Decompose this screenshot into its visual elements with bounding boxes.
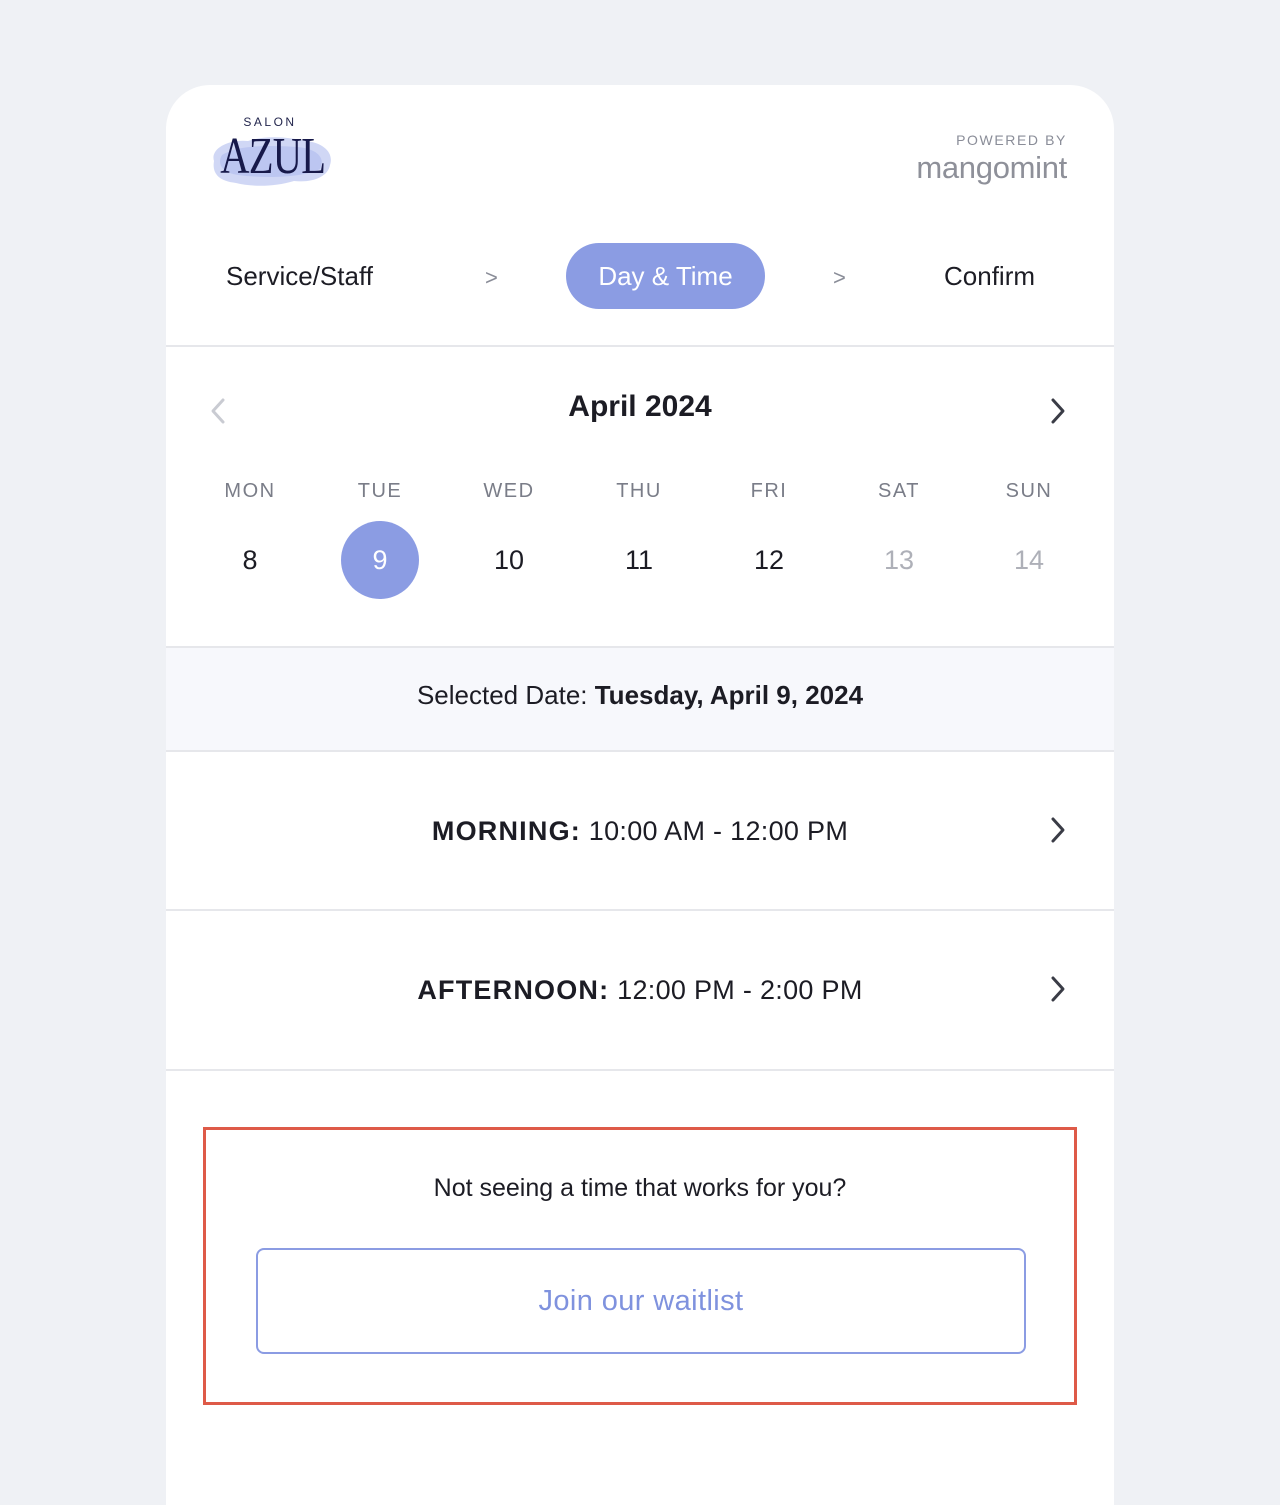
step-separator: > (833, 265, 846, 290)
time-slot-period: AFTERNOON: (417, 975, 610, 1005)
booking-card: SALON AZUL POWERED BY mangomint Service/… (166, 85, 1114, 1505)
month-title: April 2024 (568, 390, 712, 423)
weekday-sun: SUN (1005, 480, 1053, 502)
time-slot-range: 12:00 PM - 2:00 PM (609, 975, 863, 1005)
time-slot-morning[interactable]: MORNING: 10:00 AM - 12:00 PM (166, 752, 1114, 910)
time-slot-afternoon[interactable]: AFTERNOON: 12:00 PM - 2:00 PM (166, 911, 1114, 1069)
chevron-right-icon (1051, 976, 1065, 1002)
day-13-unavailable: 13 (883, 545, 915, 575)
step-separator: > (485, 265, 498, 290)
selected-date-label: Selected Date: (416, 680, 595, 710)
time-slot-range: 10:00 AM - 12:00 PM (580, 816, 849, 846)
booking-steps: Service/Staff > Day & Time > Confirm (166, 243, 1114, 309)
weekday-thu: THU (616, 480, 662, 502)
day-9-selected[interactable]: 9 (341, 521, 419, 599)
join-waitlist-button[interactable]: Join our waitlist (256, 1248, 1026, 1354)
selected-date-value: Tuesday, April 9, 2024 (594, 680, 864, 710)
selected-date-text: Selected Date: Tuesday, April 9, 2024 (166, 680, 1114, 711)
waitlist-prompt: Not seeing a time that works for you? (433, 1174, 847, 1202)
weekday-wed: WED (483, 480, 535, 502)
weekday-sat: SAT (878, 480, 920, 502)
logo-salon-text: SALON (243, 115, 297, 129)
time-slot-text: MORNING: 10:00 AM - 12:00 PM (166, 752, 1114, 910)
powered-by: POWERED BY mangomint (916, 132, 1067, 186)
logo-azul-text: AZUL (220, 128, 326, 185)
mangomint-logo: mangomint (916, 150, 1067, 185)
powered-by-label: POWERED BY (956, 132, 1067, 148)
time-slot-period: MORNING: (431, 816, 581, 846)
day-12[interactable]: 12 (730, 521, 808, 599)
chevron-right-icon[interactable] (1046, 393, 1070, 429)
chevron-right-icon (1051, 817, 1065, 843)
time-slot-text: AFTERNOON: 12:00 PM - 2:00 PM (166, 911, 1114, 1069)
day-14-unavailable: 14 (1013, 545, 1045, 575)
step-confirm[interactable]: Confirm (944, 243, 1035, 309)
weekday-mon: MON (224, 480, 276, 502)
day-10[interactable]: 10 (470, 521, 548, 599)
divider (166, 345, 1114, 347)
selected-date-band: Selected Date: Tuesday, April 9, 2024 (166, 648, 1114, 750)
step-day-time[interactable]: Day & Time (566, 243, 765, 309)
divider (166, 1069, 1114, 1071)
waitlist-highlight-box: Not seeing a time that works for you? Jo… (203, 1127, 1077, 1405)
weekday-fri: FRI (750, 480, 788, 502)
day-11[interactable]: 11 (600, 521, 678, 599)
day-8[interactable]: 8 (211, 521, 289, 599)
step-service-staff[interactable]: Service/Staff (226, 243, 373, 309)
weekday-tue: TUE (357, 480, 403, 502)
salon-logo[interactable]: SALON AZUL (206, 115, 336, 195)
